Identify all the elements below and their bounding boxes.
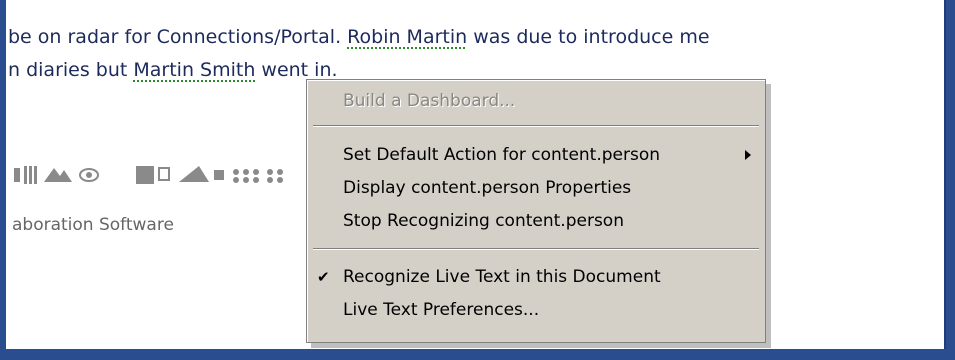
checkmark-icon: ✔ [317,268,330,286]
menu-item-recognize-live-text[interactable]: ✔ Recognize Live Text in this Document [307,264,765,290]
banner-pattern-image [14,166,283,184]
menu-item-stop-recognizing[interactable]: Stop Recognizing content.person [307,208,765,234]
menu-item-live-text-preferences[interactable]: Live Text Preferences... [307,297,765,323]
live-text-person-robin-martin[interactable]: Robin Martin [347,26,467,48]
menu-item-set-default-action[interactable]: Set Default Action for content.person [307,142,765,168]
document-text: n diaries but [8,59,134,81]
menu-separator [313,125,759,127]
window-frame-bottom [0,349,955,360]
context-menu: Build a Dashboard... Set Default Action … [306,79,766,343]
live-text-person-martin-smith[interactable]: Martin Smith [133,59,255,81]
document-line-2: n diaries but Martin Smith went in. [8,59,338,81]
menu-item-display-properties[interactable]: Display content.person Properties [307,175,765,201]
menu-separator [313,248,759,250]
banner-tagline: aboration Software [12,215,174,235]
submenu-arrow-icon [745,150,751,160]
document-text: be on radar for Connections/Portal. [8,26,348,48]
menu-item-build-dashboard: Build a Dashboard... [343,91,516,111]
document-text: went in. [255,59,338,81]
document-line-1: be on radar for Connections/Portal. Robi… [8,26,710,48]
document-text: was due to introduce me [467,26,710,48]
